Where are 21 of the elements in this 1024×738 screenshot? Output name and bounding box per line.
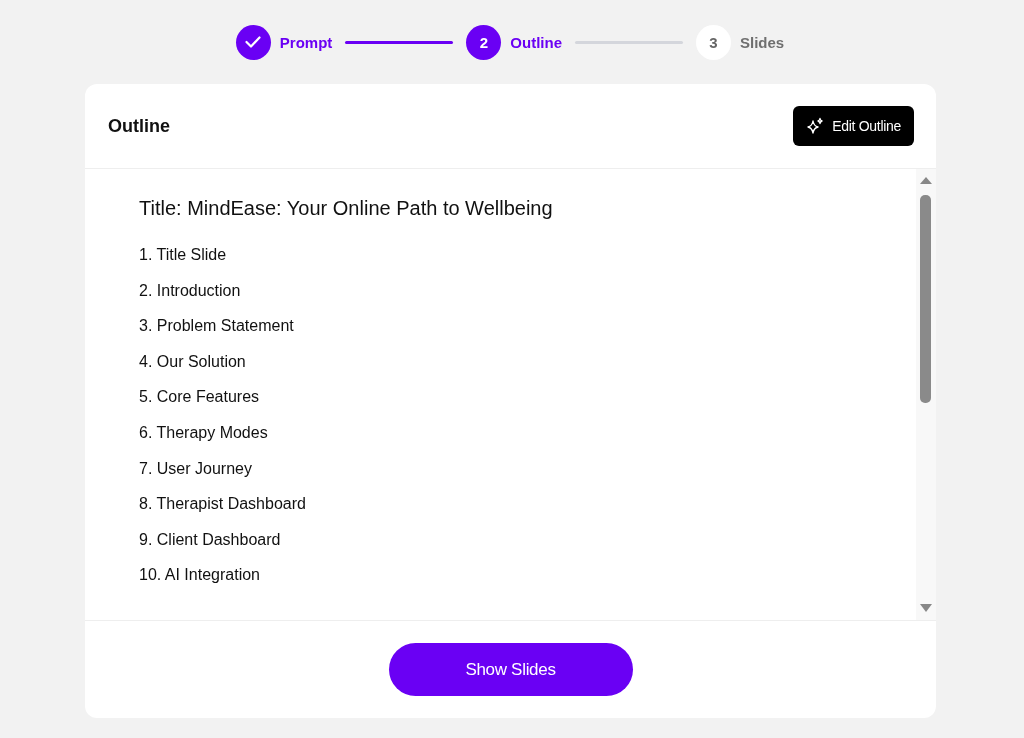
outline-item: 1. Title Slide bbox=[139, 246, 227, 263]
sparkle-icon bbox=[806, 117, 825, 135]
outline-item: 5. Core Features bbox=[139, 388, 260, 406]
outline-item: 10. AI Integration bbox=[139, 566, 260, 584]
step-number: 3 bbox=[709, 33, 718, 51]
check-icon bbox=[245, 36, 262, 48]
step-number: 2 bbox=[479, 33, 488, 51]
show-slides-button[interactable]: Show Slides bbox=[388, 643, 633, 696]
outline-item: 6. Therapy Modes bbox=[139, 423, 268, 441]
step-label: Slides bbox=[740, 33, 785, 51]
card-heading: Outline bbox=[108, 115, 170, 137]
step-label: Outline bbox=[510, 33, 562, 51]
outline-item: 7. User Journey bbox=[139, 459, 252, 477]
edit-outline-button[interactable]: Edit Outline bbox=[793, 106, 914, 146]
outline-item: 3. Problem Statement bbox=[139, 317, 294, 335]
outline-item: 8. Therapist Dashboard bbox=[139, 495, 306, 513]
outline-title: Title: MindEase: Your Online Path to Wellbeing bbox=[139, 197, 554, 220]
step-label: Prompt bbox=[279, 33, 333, 51]
outline-item: 4. Our Solution bbox=[139, 352, 246, 370]
outline-item: 2. Introduction bbox=[139, 281, 241, 299]
outline-item: 9. Client Dashboard bbox=[139, 530, 281, 548]
